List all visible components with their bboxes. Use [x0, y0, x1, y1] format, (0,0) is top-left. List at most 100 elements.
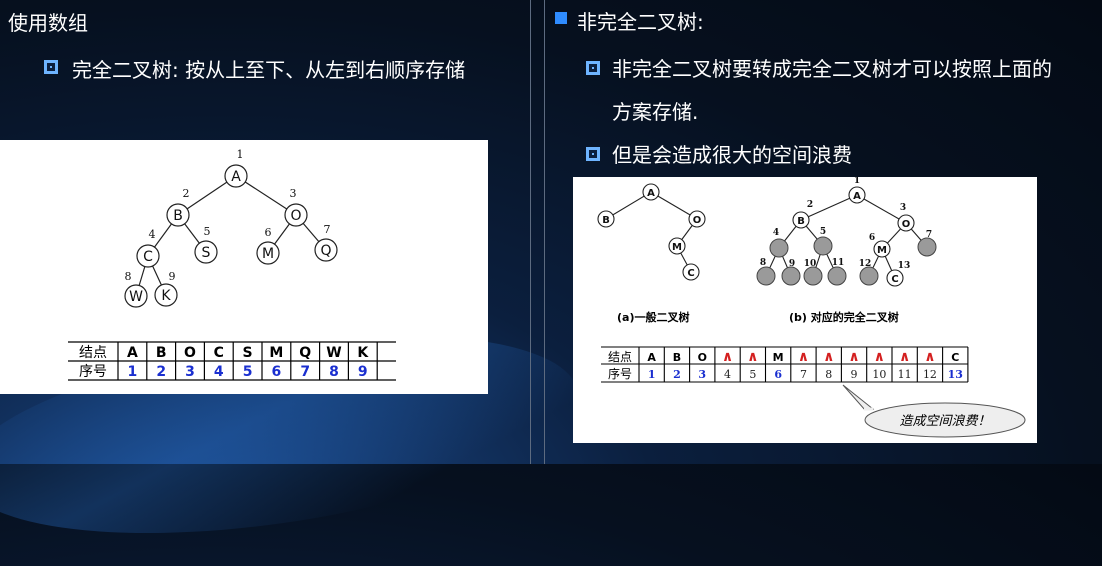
- table-cell-index: 8: [329, 364, 339, 380]
- tree-node-index: 6: [265, 226, 272, 239]
- right-bullet2-text: 但是会造成很大的空间浪费: [612, 143, 852, 167]
- tree-node-index: 4: [773, 228, 779, 238]
- table-cell-node: O: [698, 351, 707, 364]
- table-row-header: 序号: [608, 366, 632, 381]
- table-cell-index: 2: [156, 364, 166, 380]
- tree-node-label: Q: [320, 243, 331, 259]
- tree-node-label: A: [647, 188, 655, 199]
- table-cell-node: O: [184, 345, 196, 361]
- table-row-header: 结点: [608, 350, 632, 364]
- tree-a-nodes: A B O M C: [597, 183, 706, 281]
- table-cell-node: ∧: [874, 349, 885, 365]
- incomplete-tree-svg: AB OMC 4 5 78 9 10 11 12A1B2O3M6C13 (a)一般二叉树 (b…: [597, 177, 1026, 438]
- table-cell-index: 11: [898, 368, 912, 381]
- tree-node-index: 7: [324, 223, 331, 236]
- tree-node-index: 2: [807, 200, 813, 210]
- table-cell-node: M: [269, 345, 283, 361]
- right-table: 结点序号 A 1 B 2 O 3 ∧ 4 ∧ 5 M 6 ∧ 7 ∧ 8 ∧ 9 ∧ 10 ∧ 11 ∧ 12 C 13: [601, 346, 969, 383]
- right-heading: 非完全二叉树:: [577, 10, 704, 34]
- table-cell-node: ∧: [798, 349, 809, 365]
- table-cell-node: A: [647, 351, 656, 364]
- square-bullet-icon: [44, 60, 58, 74]
- table-row-header: 序号: [79, 364, 107, 380]
- tree-node-index: 1: [237, 148, 244, 161]
- table-cell-node: A: [127, 345, 138, 361]
- table-cell-index: 2: [673, 368, 681, 381]
- left-heading: 使用数组: [8, 11, 88, 35]
- right-bullet1-line1: 非完全二叉树要转成完全二叉树才可以按照上面的: [612, 57, 1052, 81]
- tree-node-index: 4: [149, 228, 156, 241]
- square-bullet-icon: [586, 147, 600, 161]
- table-cell-index: 6: [272, 364, 282, 380]
- tree-node-label: B: [602, 215, 610, 226]
- table-cell-node: ∧: [722, 349, 733, 365]
- right-bullet1-line2: 方案存储.: [612, 100, 699, 124]
- tree-node-index: 7: [926, 230, 932, 240]
- table-cell-index: 8: [825, 368, 832, 381]
- tree-node-index: 2: [183, 187, 190, 200]
- tree-node-index: 11: [832, 258, 845, 268]
- tree-node-label: M: [262, 246, 274, 262]
- table-cell-node: ∧: [924, 349, 935, 365]
- solid-bullet-icon: [555, 12, 567, 24]
- tree-node-index: 8: [125, 270, 132, 283]
- table-row-header: 结点: [79, 345, 107, 361]
- tree-node-label: C: [143, 249, 153, 265]
- table-cell-node: M: [773, 351, 784, 364]
- tree-node-index: 3: [290, 187, 297, 200]
- slide-divider-left: [530, 0, 531, 464]
- ghost-node: [756, 266, 776, 286]
- tree-node-index: 6: [869, 233, 875, 243]
- table-cell-index: 13: [948, 368, 963, 381]
- ghost-node: [803, 266, 823, 286]
- tree-node-label: C: [687, 268, 694, 279]
- table-cell-node: ∧: [823, 349, 834, 365]
- table-cell-index: 5: [749, 368, 756, 381]
- tree-node-index: 9: [169, 270, 176, 283]
- tree-node-label: S: [202, 245, 211, 261]
- left-bullet-text: 完全二叉树: 按从上至下、从左到右顺序存储: [72, 58, 466, 82]
- table-cell-index: 9: [358, 364, 368, 380]
- table-cell-index: 5: [243, 364, 253, 380]
- tree-node-label: C: [891, 274, 898, 285]
- ghost-node: [813, 236, 833, 256]
- complete-tree-figure: A1B2O3C4S5M6Q7W8K9 结点 序号 A 1 B 2 O 3 C 4 S 5 M 6 Q 7 W 8 K…: [0, 140, 488, 394]
- table-cell-node: B: [673, 351, 681, 364]
- table-cell-node: ∧: [899, 349, 910, 365]
- ghost-node: [827, 266, 847, 286]
- tree-node-index: 12: [859, 259, 872, 269]
- tree-node-index: 5: [820, 227, 826, 237]
- caption-a: (a)一般二叉树: [617, 310, 689, 324]
- table-cell-node: ∧: [747, 349, 758, 365]
- square-bullet-icon: [586, 61, 600, 75]
- tree-node-index: 5: [204, 225, 211, 238]
- table-cell-index: 12: [923, 368, 937, 381]
- ghost-node: [859, 266, 879, 286]
- callout-text: 造成空间浪费！: [899, 413, 990, 429]
- tree-node-index: 8: [760, 258, 766, 268]
- table-cell-index: 4: [214, 364, 224, 380]
- table-cell-node: W: [326, 345, 341, 361]
- table-cell-node: C: [951, 351, 959, 364]
- tree-node-label: B: [173, 208, 183, 224]
- table-cell-index: 4: [724, 368, 731, 381]
- tree-node-label: K: [161, 288, 171, 304]
- callout-bubble: 造成空间浪费！: [842, 384, 1026, 438]
- tree-node-index: 1: [854, 177, 860, 186]
- tree-node-label: W: [129, 289, 143, 305]
- table-cell-index: 3: [185, 364, 195, 380]
- table-cell-index: 7: [800, 368, 807, 381]
- tree-b-nodes: 4 5 7 8 9 10 11 12 A 1 B2 O 3 M6 C13: [756, 177, 937, 287]
- table-cell-index: 7: [300, 364, 310, 380]
- table-cell-node: B: [156, 345, 167, 361]
- tree-node-label: A: [231, 169, 241, 185]
- table-cell-node: ∧: [848, 349, 859, 365]
- slide-divider-right: [544, 0, 545, 464]
- table-cell-index: 6: [774, 368, 782, 381]
- incomplete-tree-figure: ABOMC 4 5 7 8 9 10 11 12 A 1 B 2 O 3 M 6 C 13 (a)一般二叉树 (b…: [573, 177, 1037, 443]
- tree-node-label: O: [693, 215, 702, 226]
- tree-node-index: 10: [804, 259, 817, 269]
- table-cell-node: K: [357, 345, 369, 361]
- table-cell-index: 1: [128, 364, 138, 380]
- ghost-node: [781, 266, 801, 286]
